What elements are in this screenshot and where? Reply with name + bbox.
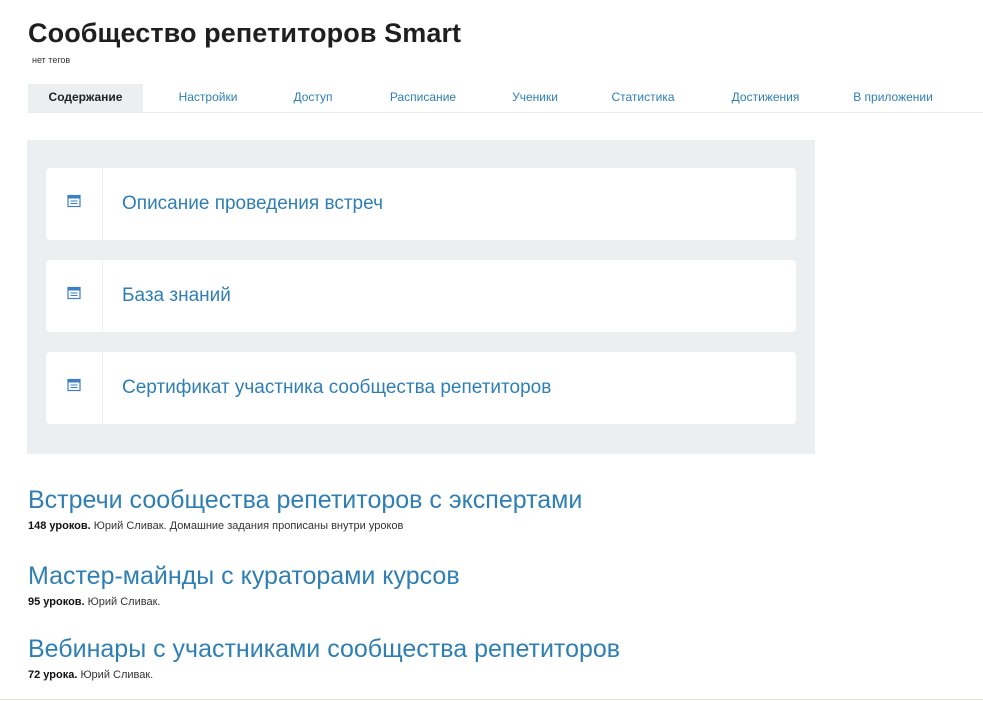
course-meta: 72 урока. Юрий Сливак. xyxy=(28,669,620,681)
tags-label: нет тегов xyxy=(32,55,71,65)
tab-in-app[interactable]: В приложении xyxy=(838,84,948,112)
course-item: Встречи сообщества репетиторов с эксперт… xyxy=(28,485,582,532)
course-lesson-count: 148 уроков. xyxy=(28,520,91,532)
page-title: Сообщество репетиторов Smart xyxy=(28,18,462,48)
course-details: Юрий Сливак. xyxy=(84,596,161,608)
lessons-panel: Описание проведения встреч База знаний С… xyxy=(27,140,815,454)
tab-content[interactable]: Содержание xyxy=(28,84,143,112)
lesson-page-icon xyxy=(67,194,81,208)
tab-bar: Содержание Настройки Доступ Расписание У… xyxy=(28,84,983,113)
lesson-page-icon xyxy=(67,378,81,392)
lesson-card[interactable]: Сертификат участника сообщества репетито… xyxy=(46,352,796,424)
tab-statistics[interactable]: Статистика xyxy=(598,84,688,112)
course-lesson-count: 95 уроков. xyxy=(28,596,85,608)
course-details: Юрий Сливак. Домашние задания прописаны … xyxy=(90,520,404,532)
lesson-title[interactable]: Описание проведения встреч xyxy=(122,168,383,240)
lesson-card[interactable]: Описание проведения встреч xyxy=(46,168,796,240)
course-lesson-count: 72 урока. xyxy=(28,669,78,681)
page: Сообщество репетиторов Smart нет тегов С… xyxy=(0,0,983,701)
lesson-icon-cell xyxy=(46,352,103,424)
tab-achievements[interactable]: Достижения xyxy=(718,84,813,112)
tab-access[interactable]: Доступ xyxy=(278,84,348,112)
course-meta: 95 уроков. Юрий Сливак. xyxy=(28,596,460,608)
course-item: Вебинары с участниками сообщества репети… xyxy=(28,634,620,681)
course-item: Мастер-майнды с кураторами курсов 95 уро… xyxy=(28,561,460,608)
lesson-card[interactable]: База знаний xyxy=(46,260,796,332)
course-title-link[interactable]: Вебинары с участниками сообщества репети… xyxy=(28,634,620,664)
tab-schedule[interactable]: Расписание xyxy=(373,84,473,112)
course-meta: 148 уроков. Юрий Сливак. Домашние задани… xyxy=(28,520,582,532)
bottom-divider xyxy=(0,699,983,700)
tab-students[interactable]: Ученики xyxy=(495,84,575,112)
course-title-link[interactable]: Мастер-майнды с кураторами курсов xyxy=(28,561,460,591)
tab-settings[interactable]: Настройки xyxy=(163,84,253,112)
lesson-icon-cell xyxy=(46,168,103,240)
lesson-page-icon xyxy=(67,286,81,300)
course-title-link[interactable]: Встречи сообщества репетиторов с эксперт… xyxy=(28,485,582,515)
course-details: Юрий Сливак. xyxy=(77,669,154,681)
lesson-title[interactable]: Сертификат участника сообщества репетито… xyxy=(122,352,551,424)
lesson-title[interactable]: База знаний xyxy=(122,260,231,332)
lesson-icon-cell xyxy=(46,260,103,332)
